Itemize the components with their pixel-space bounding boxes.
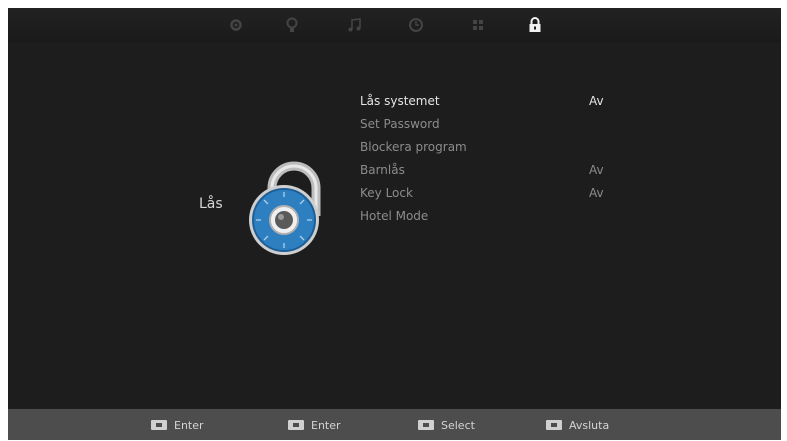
remote-key-icon bbox=[288, 420, 304, 430]
hint-label: Select bbox=[441, 418, 475, 432]
combination-padlock-icon bbox=[249, 161, 321, 255]
tab-picture[interactable] bbox=[283, 16, 301, 34]
tab-sound[interactable] bbox=[346, 16, 364, 34]
menu-item-value: Av bbox=[589, 163, 604, 177]
hint-enter-1: Enter bbox=[151, 418, 204, 432]
menu-item-label: Set Password bbox=[360, 117, 440, 131]
tab-lock[interactable] bbox=[526, 16, 544, 34]
menu-item-value: Av bbox=[589, 186, 604, 200]
menu-item-value: Av bbox=[589, 94, 604, 108]
menu-item-label: Hotel Mode bbox=[360, 209, 429, 223]
menu-item-key-lock[interactable]: Key Lock Av bbox=[360, 182, 620, 205]
gear-icon bbox=[230, 19, 242, 31]
remote-key-icon bbox=[546, 420, 562, 430]
menu-item-label: Lås systemet bbox=[360, 94, 440, 108]
tv-menu-screen: Lås Lås systemet Av Set Password Blocker… bbox=[8, 8, 781, 440]
hint-label: Enter bbox=[174, 418, 204, 432]
hint-select: Select bbox=[418, 418, 475, 432]
tab-channel[interactable] bbox=[469, 16, 487, 34]
lock-icon bbox=[529, 17, 541, 32]
lock-settings-menu: Lås systemet Av Set Password Blockera pr… bbox=[360, 90, 620, 228]
menu-item-block-program[interactable]: Blockera program bbox=[360, 136, 620, 159]
picture-icon bbox=[286, 17, 298, 32]
channel-grid-icon bbox=[473, 20, 483, 30]
menu-item-lock-system[interactable]: Lås systemet Av bbox=[360, 90, 620, 113]
menu-item-label: Barnlås bbox=[360, 163, 405, 177]
tab-settings[interactable] bbox=[227, 16, 245, 34]
menu-item-label: Key Lock bbox=[360, 186, 413, 200]
clock-icon bbox=[409, 18, 423, 32]
menu-item-set-password[interactable]: Set Password bbox=[360, 113, 620, 136]
button-hint-bar: Enter Enter Select Avsluta bbox=[8, 409, 781, 440]
music-note-icon bbox=[348, 18, 361, 32]
menu-item-parental-lock[interactable]: Barnlås Av bbox=[360, 159, 620, 182]
hint-exit: Avsluta bbox=[546, 418, 609, 432]
section-title: Lås bbox=[199, 196, 223, 212]
remote-key-icon bbox=[418, 420, 434, 430]
menu-item-label: Blockera program bbox=[360, 140, 467, 154]
hint-enter-2: Enter bbox=[288, 418, 341, 432]
menu-tab-bar bbox=[8, 8, 781, 42]
remote-key-icon bbox=[151, 420, 167, 430]
hint-label: Avsluta bbox=[569, 418, 610, 432]
menu-item-hotel-mode[interactable]: Hotel Mode bbox=[360, 205, 620, 228]
hint-label: Enter bbox=[311, 418, 341, 432]
tab-time[interactable] bbox=[407, 16, 425, 34]
